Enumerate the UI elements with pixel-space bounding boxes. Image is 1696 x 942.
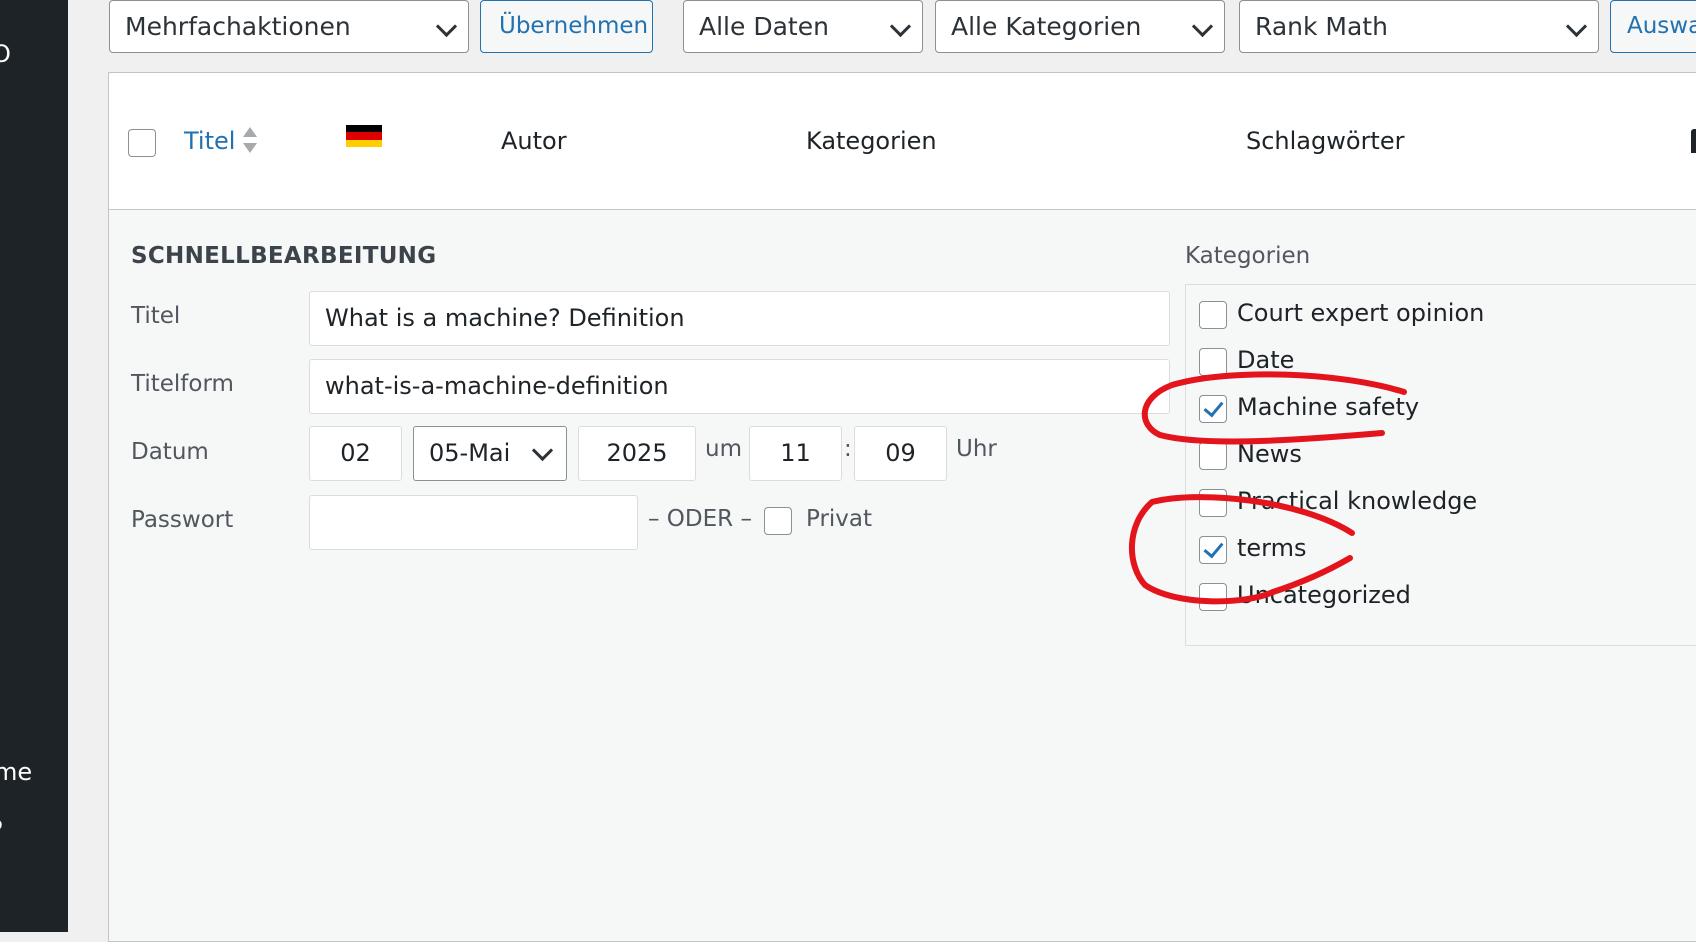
flag-stripe	[346, 132, 382, 140]
category-label: Machine safety	[1237, 393, 1420, 421]
private-checkbox[interactable]	[764, 507, 792, 535]
quick-edit-panel: SCHNELLBEARBEITUNG Titel What is a machi…	[109, 210, 1696, 941]
flag-stripe	[346, 139, 382, 147]
dates-filter-select[interactable]: Alle Daten	[683, 0, 923, 53]
flag-stripe	[346, 125, 382, 133]
column-author: Autor	[501, 127, 567, 155]
posts-table: Titel Autor Kategorien Schlagwörter SCHN…	[108, 72, 1696, 942]
bulk-actions-value: Mehrfachaktionen	[125, 12, 351, 41]
time-separator: :	[844, 436, 852, 462]
chevron-down-icon	[531, 439, 554, 462]
category-label: Practical knowledge	[1237, 487, 1478, 515]
category-checkbox[interactable]	[1199, 301, 1227, 329]
admin-sidebar: O me P	[0, 0, 68, 932]
slug-input[interactable]: what-is-a-machine-definition	[309, 359, 1170, 414]
password-label: Passwort	[131, 507, 234, 533]
chevron-down-icon	[1191, 15, 1214, 38]
sidebar-item[interactable]: O	[0, 40, 11, 68]
category-label: Date	[1237, 346, 1295, 374]
sidebar-item[interactable]: me	[0, 758, 32, 786]
category-label: terms	[1237, 534, 1307, 562]
at-label: um	[705, 436, 742, 462]
categories-filter-value: Alle Kategorien	[951, 12, 1142, 41]
category-checkbox-checked[interactable]	[1199, 395, 1227, 423]
clock-label: Uhr	[956, 436, 997, 462]
chevron-down-icon	[889, 15, 912, 38]
category-label: News	[1237, 440, 1302, 468]
comments-icon	[1691, 129, 1696, 153]
category-checkbox[interactable]	[1199, 489, 1227, 517]
title-label: Titel	[131, 303, 181, 329]
date-label: Datum	[131, 439, 209, 465]
column-tags: Schlagwörter	[1246, 127, 1405, 155]
seo-filter-value: Rank Math	[1255, 12, 1388, 41]
chevron-down-icon	[1565, 15, 1588, 38]
category-checkbox[interactable]	[1199, 583, 1227, 611]
title-input[interactable]: What is a machine? Definition	[309, 291, 1170, 346]
category-checkbox-checked[interactable]	[1199, 536, 1227, 564]
seo-filter-select[interactable]: Rank Math	[1239, 0, 1599, 53]
month-select[interactable]: 05-Mai	[413, 426, 567, 481]
hour-input[interactable]: 11	[749, 426, 842, 481]
or-separator: – ODER –	[648, 506, 752, 532]
categories-label: Kategorien	[1185, 243, 1311, 269]
apply-button[interactable]: Übernehmen	[480, 0, 653, 53]
column-title-sort-link[interactable]: Titel	[184, 127, 235, 155]
categories-filter-select[interactable]: Alle Kategorien	[935, 0, 1225, 53]
category-label: Court expert opinion	[1237, 299, 1485, 327]
private-label: Privat	[806, 506, 873, 532]
german-flag-icon	[346, 125, 382, 147]
day-input[interactable]: 02	[309, 426, 402, 481]
dates-filter-value: Alle Daten	[699, 12, 829, 41]
minute-input[interactable]: 09	[854, 426, 947, 481]
sidebar-item[interactable]: P	[0, 815, 2, 843]
column-categories: Kategorien	[806, 127, 937, 155]
year-input[interactable]: 2025	[578, 426, 696, 481]
category-label: Uncategorized	[1237, 581, 1411, 609]
month-value: 05-Mai	[429, 439, 511, 467]
categories-checklist[interactable]: Court expert opinion Date Machine safety…	[1185, 284, 1696, 646]
sort-arrows-icon[interactable]	[241, 125, 259, 155]
filter-button[interactable]: Auswa	[1610, 0, 1696, 53]
slug-label: Titelform	[131, 371, 234, 397]
category-checkbox[interactable]	[1199, 348, 1227, 376]
chevron-down-icon	[435, 15, 458, 38]
select-all-checkbox[interactable]	[128, 129, 156, 157]
category-checkbox[interactable]	[1199, 442, 1227, 470]
table-header: Titel Autor Kategorien Schlagwörter	[109, 73, 1696, 210]
bulk-actions-select[interactable]: Mehrfachaktionen	[109, 0, 469, 53]
password-input[interactable]	[309, 495, 638, 550]
quick-edit-heading: SCHNELLBEARBEITUNG	[131, 243, 437, 269]
